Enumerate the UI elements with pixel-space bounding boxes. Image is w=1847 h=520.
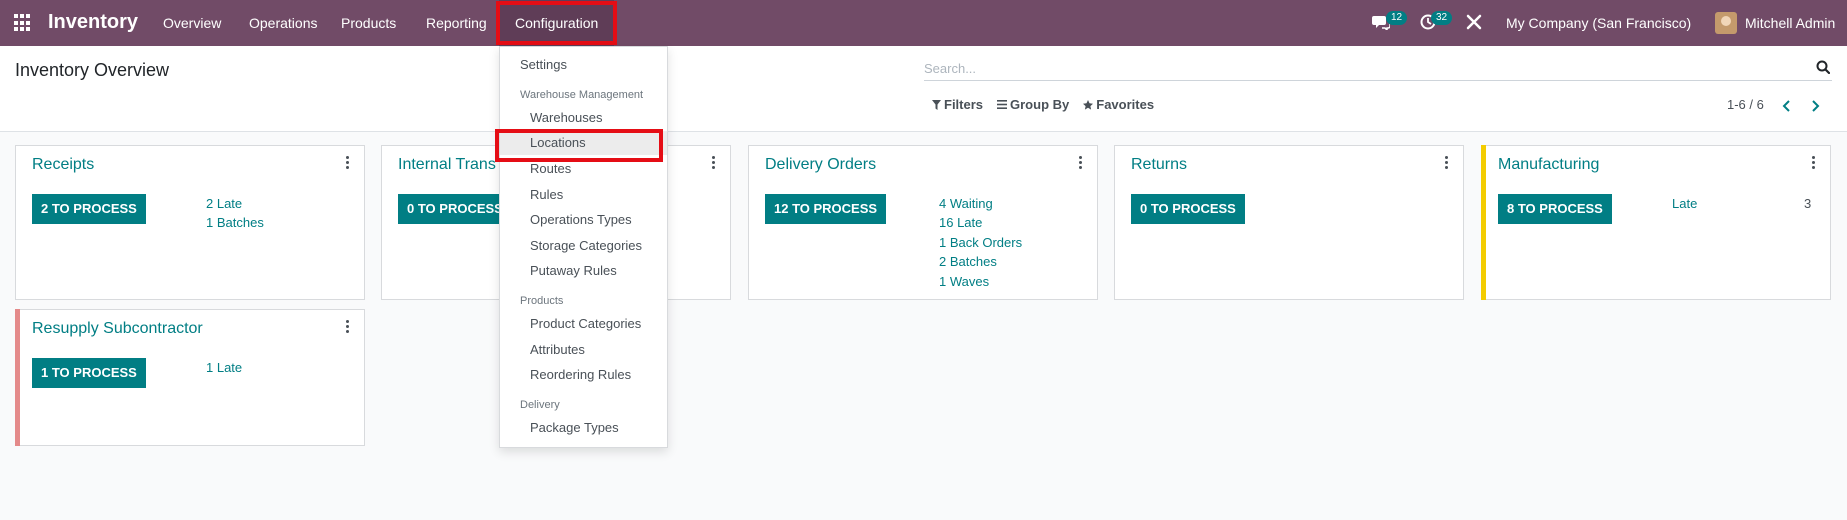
user-avatar[interactable] xyxy=(1715,12,1737,34)
app-title[interactable]: Inventory xyxy=(48,11,138,34)
card-title[interactable]: Returns xyxy=(1131,156,1187,174)
menu-item-routes[interactable]: Routes xyxy=(500,161,667,176)
kanban-card-delivery-orders[interactable]: Delivery Orders 12 TO PROCESS 4 Waiting … xyxy=(748,145,1098,300)
stat-waiting[interactable]: 4 Waiting xyxy=(939,196,993,211)
to-process-button[interactable]: 0 TO PROCESS xyxy=(398,194,512,224)
pager-previous-icon[interactable] xyxy=(1782,100,1792,112)
groupby-label: Group By xyxy=(1010,97,1070,112)
menu-item-attributes[interactable]: Attributes xyxy=(500,342,667,357)
kanban-card-receipts[interactable]: Receipts 2 TO PROCESS 2 Late 1 Batches xyxy=(15,145,365,300)
card-menu-icon[interactable] xyxy=(346,320,350,335)
activity-badge: 32 xyxy=(1431,11,1453,25)
to-process-button[interactable]: 12 TO PROCESS xyxy=(765,194,887,224)
menu-item-locations[interactable]: Locations xyxy=(500,131,667,155)
stat-late[interactable]: 2 Late xyxy=(206,196,242,211)
menu-products[interactable]: Products xyxy=(328,0,409,46)
stat-waves[interactable]: 1 Waves xyxy=(939,274,989,289)
groupby-button[interactable]: Group By xyxy=(997,97,1069,112)
card-title[interactable]: Manufacturing xyxy=(1498,156,1599,174)
pager-next-icon[interactable] xyxy=(1810,100,1820,112)
filters-label: Filters xyxy=(944,97,984,112)
pager-value[interactable]: 1-6 / 6 xyxy=(1727,97,1764,112)
menu-configuration[interactable]: Configuration xyxy=(499,0,615,46)
stat-late[interactable]: Late xyxy=(1672,196,1697,211)
section-header-warehouse: Warehouse Management xyxy=(520,89,644,101)
kanban-card-returns[interactable]: Returns 0 TO PROCESS xyxy=(1114,145,1464,300)
user-menu[interactable]: Mitchell Admin xyxy=(1745,15,1835,31)
bars-icon xyxy=(997,100,1008,109)
to-process-button[interactable]: 0 TO PROCESS xyxy=(1131,194,1245,224)
to-process-button[interactable]: 2 TO PROCESS xyxy=(32,194,146,224)
favorites-label: Favorites xyxy=(1096,97,1155,112)
card-title[interactable]: Internal Trans xyxy=(398,156,496,174)
stat-back-orders[interactable]: 1 Back Orders xyxy=(939,235,1022,250)
company-switcher[interactable]: My Company (San Francisco) xyxy=(1506,15,1691,31)
to-process-button[interactable]: 8 TO PROCESS xyxy=(1498,194,1612,224)
section-header-products: Products xyxy=(520,295,564,307)
stat-batches[interactable]: 1 Batches xyxy=(206,215,264,230)
menu-overview[interactable]: Overview xyxy=(150,0,234,46)
stat-batches[interactable]: 2 Batches xyxy=(939,254,997,269)
menu-item-warehouses[interactable]: Warehouses xyxy=(500,110,667,125)
menu-item-putaway-rules[interactable]: Putaway Rules xyxy=(500,263,667,278)
menu-item-rules[interactable]: Rules xyxy=(500,187,667,202)
to-process-button[interactable]: 1 TO PROCESS xyxy=(32,358,146,388)
search-icon[interactable] xyxy=(1816,60,1830,74)
menu-item-package-types[interactable]: Package Types xyxy=(500,420,667,435)
stat-late[interactable]: 16 Late xyxy=(939,215,982,230)
filters-button[interactable]: Filters xyxy=(932,97,983,112)
card-title[interactable]: Receipts xyxy=(32,156,94,174)
card-color-accent xyxy=(15,309,20,446)
filter-icon xyxy=(932,99,941,110)
star-icon xyxy=(1083,99,1094,110)
card-menu-icon[interactable] xyxy=(1812,156,1816,171)
control-panel: Inventory Overview Filters Group By Favo… xyxy=(0,46,1847,132)
tools-icon xyxy=(1466,14,1482,30)
menu-item-product-categories[interactable]: Product Categories xyxy=(500,316,667,331)
top-navbar: Inventory Overview Operations Products R… xyxy=(0,0,1847,46)
apps-grid-icon[interactable] xyxy=(14,14,32,32)
kanban-card-resupply-subcontractor[interactable]: Resupply Subcontractor 1 TO PROCESS 1 La… xyxy=(15,309,365,446)
menu-operations[interactable]: Operations xyxy=(236,0,330,46)
card-title[interactable]: Resupply Subcontractor xyxy=(32,320,203,338)
favorites-button[interactable]: Favorites xyxy=(1083,97,1154,112)
configuration-dropdown: Settings Warehouse Management Warehouses… xyxy=(499,46,668,448)
card-menu-icon[interactable] xyxy=(346,156,350,171)
search-input[interactable] xyxy=(924,56,1804,80)
card-menu-icon[interactable] xyxy=(712,156,716,171)
stat-late[interactable]: 1 Late xyxy=(206,360,242,375)
menu-reporting[interactable]: Reporting xyxy=(413,0,500,46)
card-menu-icon[interactable] xyxy=(1445,156,1449,171)
kanban-card-manufacturing[interactable]: Manufacturing 8 TO PROCESS Late 3 xyxy=(1481,145,1831,300)
search-options: Filters Group By Favorites xyxy=(932,97,1154,112)
card-title[interactable]: Delivery Orders xyxy=(765,156,876,174)
debug-tools-button[interactable] xyxy=(1466,14,1482,30)
chat-badge: 12 xyxy=(1386,11,1408,25)
card-menu-icon[interactable] xyxy=(1079,156,1083,171)
menu-item-operations-types[interactable]: Operations Types xyxy=(500,212,667,227)
menu-item-settings[interactable]: Settings xyxy=(500,57,667,72)
menu-item-storage-categories[interactable]: Storage Categories xyxy=(500,238,667,253)
page-title: Inventory Overview xyxy=(15,60,170,80)
stat-late-count[interactable]: 3 xyxy=(1804,196,1811,211)
card-color-accent xyxy=(1481,145,1486,300)
section-header-delivery: Delivery xyxy=(520,399,560,411)
search-bar xyxy=(924,56,1832,81)
menu-item-reordering-rules[interactable]: Reordering Rules xyxy=(500,367,667,382)
